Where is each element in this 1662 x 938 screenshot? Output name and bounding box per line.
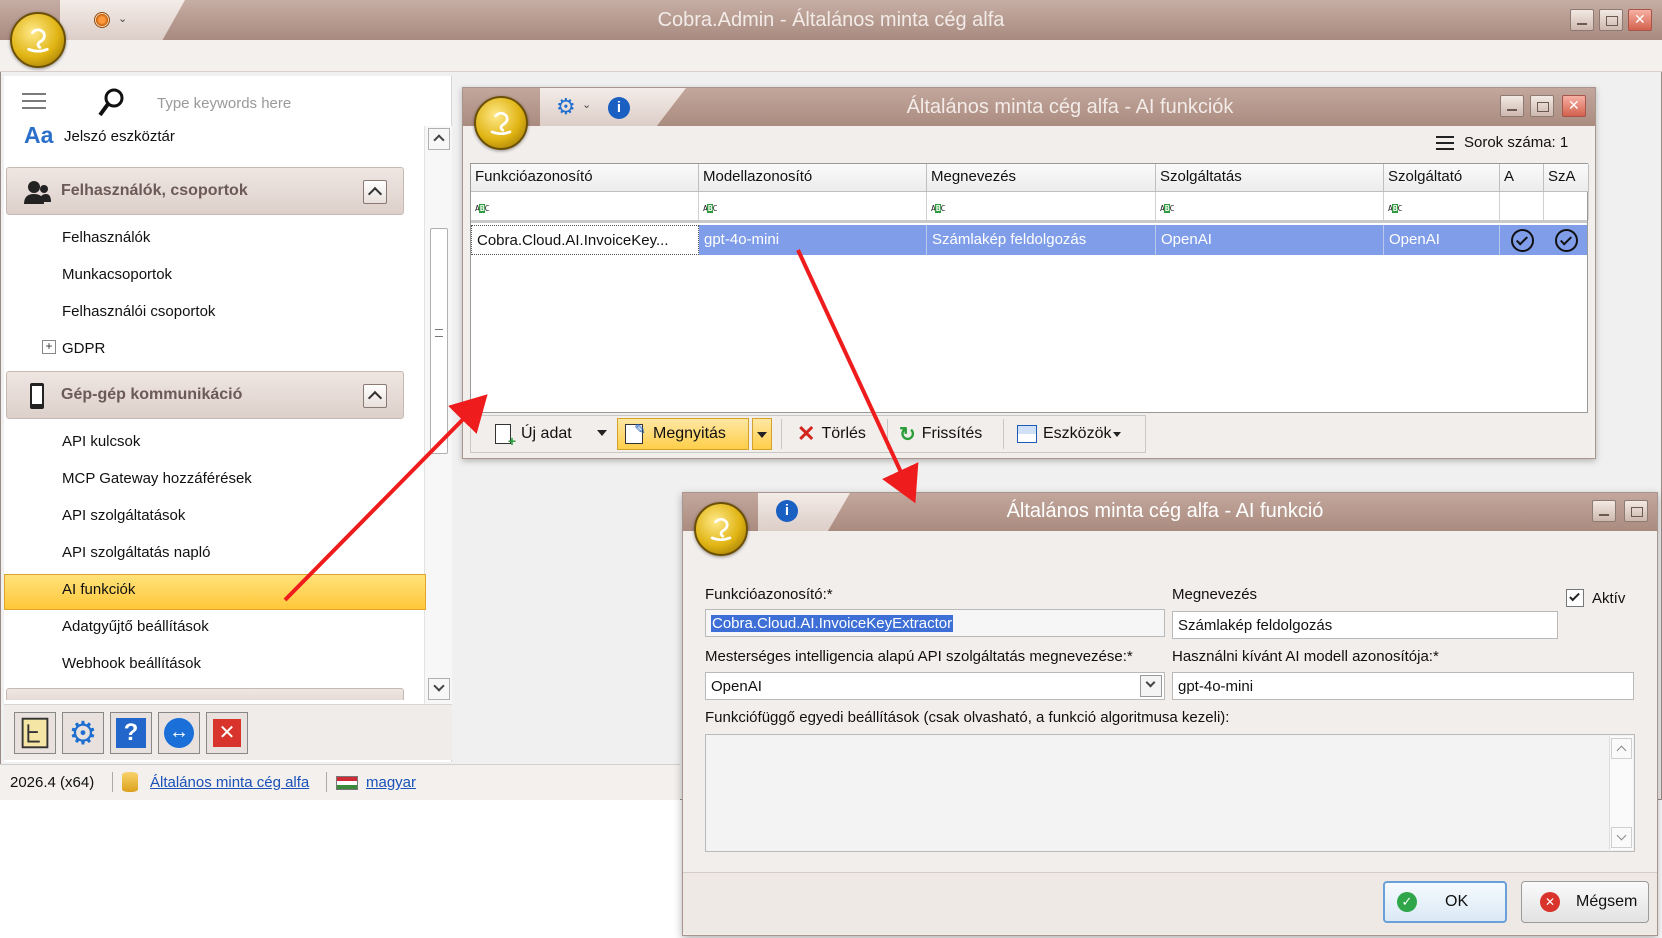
screen: ⌄ Cobra.Admin - Általános minta cég alfa… — [0, 0, 1662, 938]
arrow-list-to-detail — [796, 249, 919, 504]
arrow-sidebar-to-list — [283, 394, 488, 602]
annotation-arrows — [283, 249, 919, 602]
